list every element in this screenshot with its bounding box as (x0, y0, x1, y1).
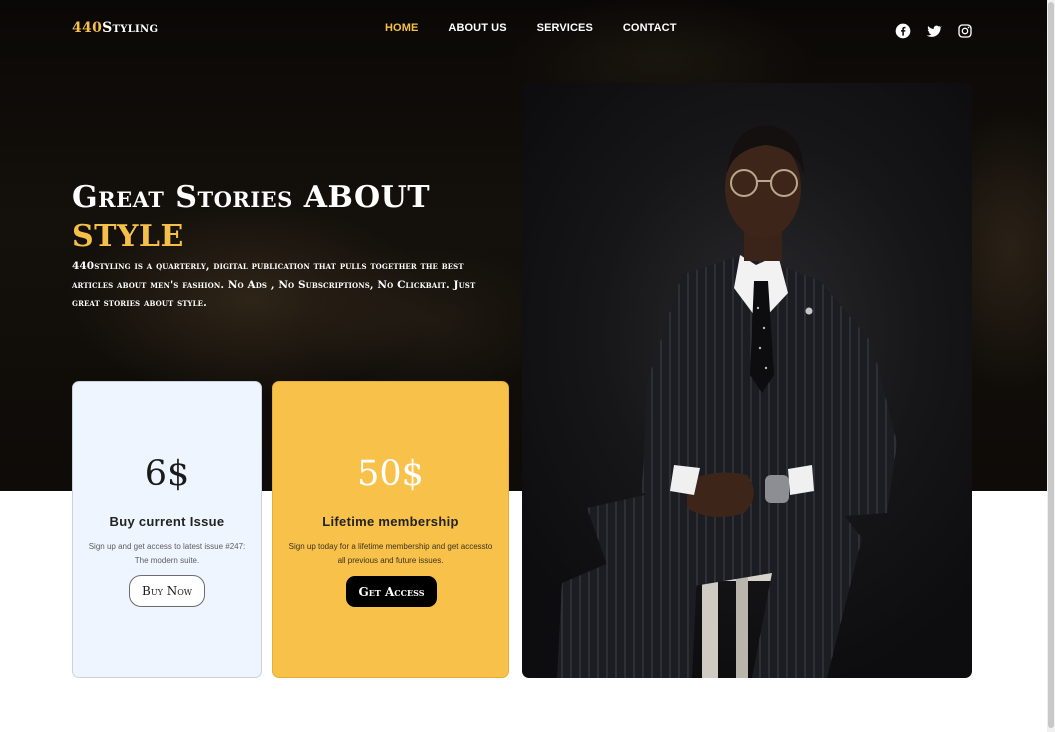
instagram-icon[interactable] (957, 23, 973, 39)
main-nav: HOME ABOUT US SERVICES CONTACT (385, 22, 707, 34)
card-description: Sign up today for a lifetime membership … (288, 542, 493, 565)
nav-about-us[interactable]: ABOUT US (448, 22, 506, 34)
facebook-icon[interactable] (895, 23, 911, 39)
buy-issue-card: 6$ Buy current Issue Sign up and get acc… (72, 381, 262, 678)
buy-now-button[interactable]: Buy Now (129, 575, 205, 607)
membership-card: 50$ Lifetime membership Sign up today fo… (272, 381, 509, 678)
card-title: Buy current Issue (109, 514, 225, 529)
social-links (895, 23, 973, 39)
scrollbar[interactable] (1047, 0, 1055, 732)
hero-photo (522, 83, 972, 678)
hero-title-accent: STYLE (72, 219, 184, 254)
get-access-button[interactable]: Get Access (346, 576, 437, 607)
nav-home[interactable]: HOME (385, 22, 418, 34)
nav-services[interactable]: SERVICES (537, 22, 593, 34)
twitter-icon[interactable] (926, 23, 942, 39)
hero-title: Great Stories ABOUT STYLE (72, 178, 512, 256)
logo-text: Styling (102, 20, 159, 36)
site-logo[interactable]: 440Styling (72, 20, 158, 36)
scrollbar-thumb[interactable] (1048, 2, 1054, 728)
man-in-suit-image (557, 125, 897, 678)
card-price: 6$ (144, 454, 190, 494)
hero-title-main: Great Stories ABOUT (72, 180, 431, 215)
card-title: Lifetime membership (322, 514, 459, 529)
card-price: 50$ (357, 454, 424, 494)
nav-contact[interactable]: CONTACT (623, 22, 677, 34)
card-description: Sign up and get access to latest issue #… (88, 542, 246, 565)
logo-number: 440 (72, 20, 103, 36)
hero-description: 440styling is a quarterly, digital publi… (72, 260, 476, 309)
